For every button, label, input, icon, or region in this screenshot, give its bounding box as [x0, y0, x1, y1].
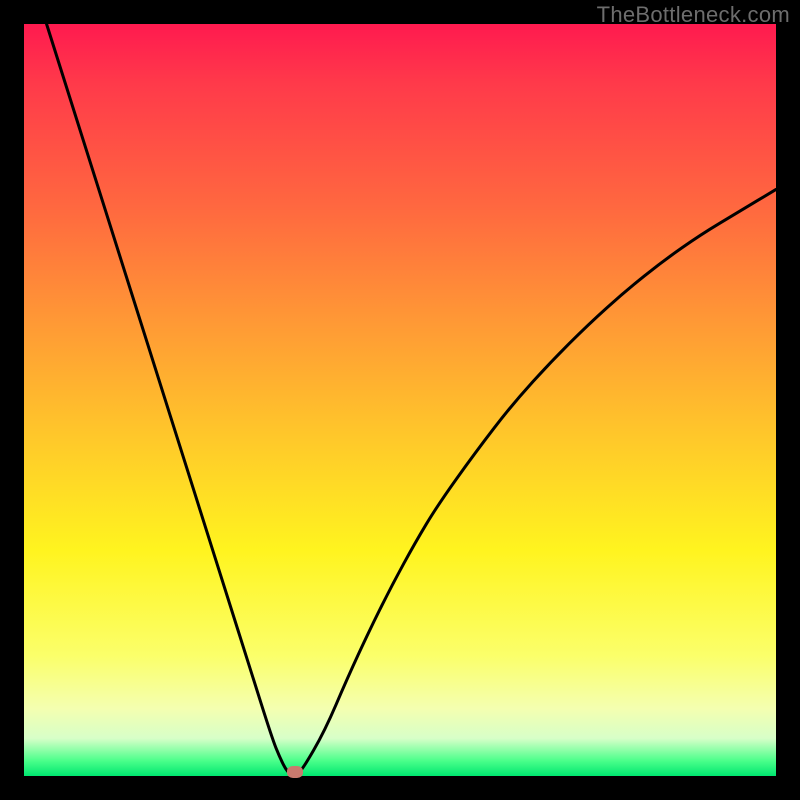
- curve-path: [47, 24, 776, 775]
- minimum-point-marker: [287, 766, 303, 778]
- plot-area: [24, 24, 776, 776]
- bottleneck-curve: [24, 24, 776, 776]
- chart-frame: TheBottleneck.com: [0, 0, 800, 800]
